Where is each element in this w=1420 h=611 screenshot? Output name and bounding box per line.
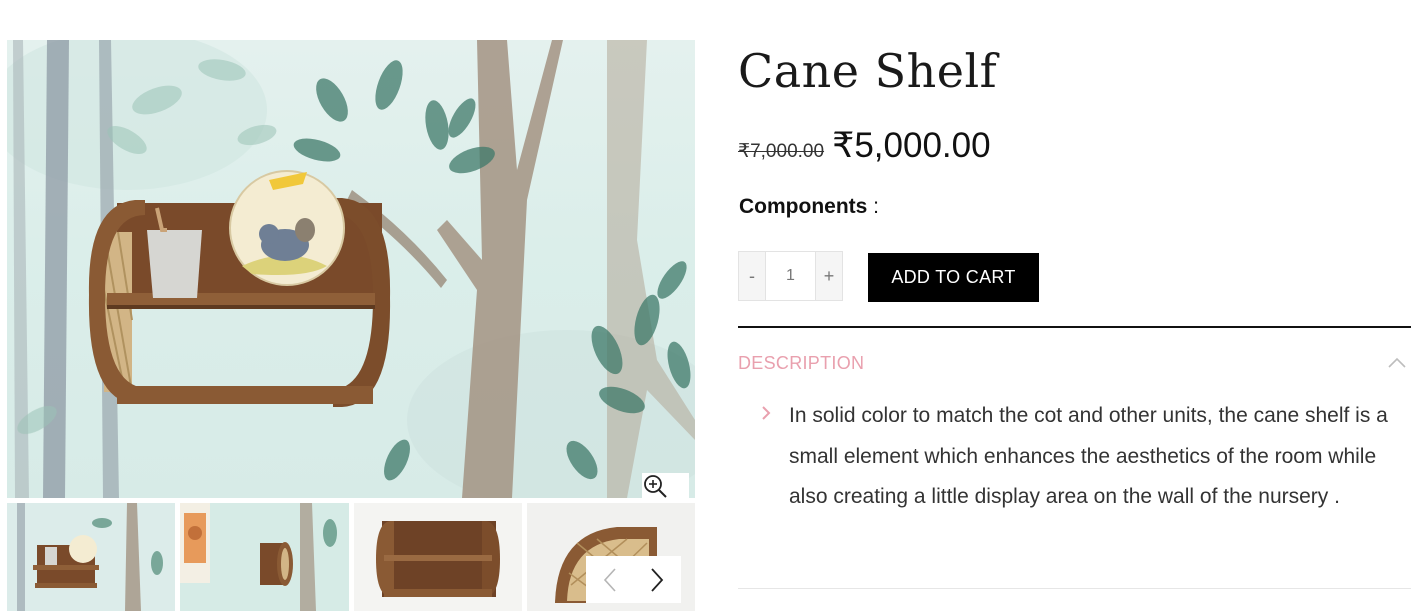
section-divider [738, 326, 1411, 328]
product-title: Cane Shelf [738, 44, 998, 98]
description-accordion-header[interactable]: DESCRIPTION [738, 350, 1411, 376]
chevron-right-bullet-icon [762, 406, 771, 420]
bottom-divider [738, 588, 1411, 589]
components-title: Components [739, 195, 868, 218]
thumbnail-nav [586, 556, 681, 603]
next-thumbnail-button[interactable] [633, 556, 680, 603]
description-content: In solid color to match the cot and othe… [760, 396, 1410, 518]
quantity-decrease-button[interactable]: - [739, 252, 766, 300]
zoom-in-icon [644, 475, 667, 498]
chevron-left-icon [603, 567, 616, 592]
quantity-stepper: - + [738, 251, 843, 301]
chevron-up-icon [1388, 357, 1406, 368]
thumbnail-2[interactable] [180, 503, 349, 611]
prev-thumbnail-button[interactable] [586, 556, 633, 603]
sale-price: ₹5,000.00 [832, 126, 991, 165]
price-row: ₹7,000.00 ₹5,000.00 [738, 126, 991, 166]
description-text: In solid color to match the cot and othe… [789, 404, 1388, 508]
thumbnail-1[interactable] [7, 503, 175, 611]
components-separator: : [867, 195, 879, 218]
quantity-input[interactable] [766, 252, 815, 300]
zoom-button[interactable] [642, 473, 689, 498]
old-price: ₹7,000.00 [738, 141, 825, 162]
add-to-cart-button[interactable]: ADD TO CART [868, 253, 1039, 302]
description-heading: DESCRIPTION [738, 352, 865, 373]
product-main-image[interactable] [7, 40, 695, 498]
components-label: Components : [739, 195, 879, 219]
thumbnail-3[interactable] [354, 503, 522, 611]
quantity-increase-button[interactable]: + [815, 252, 842, 300]
chevron-right-icon [650, 567, 663, 592]
